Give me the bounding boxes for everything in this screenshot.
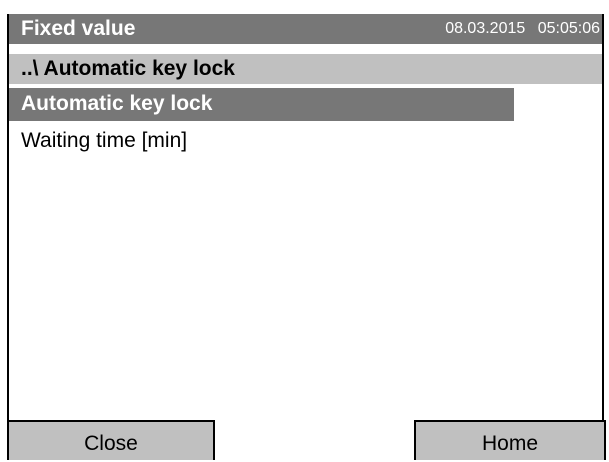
title-bar: Fixed value 08.03.2015 05:05:06 — [9, 14, 602, 44]
controller-screen: Fixed value 08.03.2015 05:05:06 ..\ Auto… — [0, 0, 609, 460]
breadcrumb-path: ..\ Automatic key lock — [21, 57, 235, 80]
menu-item-label: Automatic key lock — [21, 92, 213, 115]
display-frame: Fixed value 08.03.2015 05:05:06 ..\ Auto… — [7, 14, 606, 460]
menu-item-waiting-time[interactable]: Waiting time [min] — [9, 122, 514, 156]
close-button[interactable]: Close — [7, 420, 215, 460]
breadcrumb: ..\ Automatic key lock — [9, 54, 602, 84]
operating-mode-title: Fixed value — [21, 17, 136, 40]
menu-item-automatic-key-lock[interactable]: Automatic key lock — [9, 88, 514, 121]
home-button[interactable]: Home — [414, 420, 606, 460]
datetime-display: 08.03.2015 05:05:06 — [437, 19, 600, 39]
date-display: 08.03.2015 — [445, 20, 526, 37]
time-display: 05:05:06 — [537, 20, 600, 37]
menu-item-label: Waiting time [min] — [21, 129, 188, 152]
